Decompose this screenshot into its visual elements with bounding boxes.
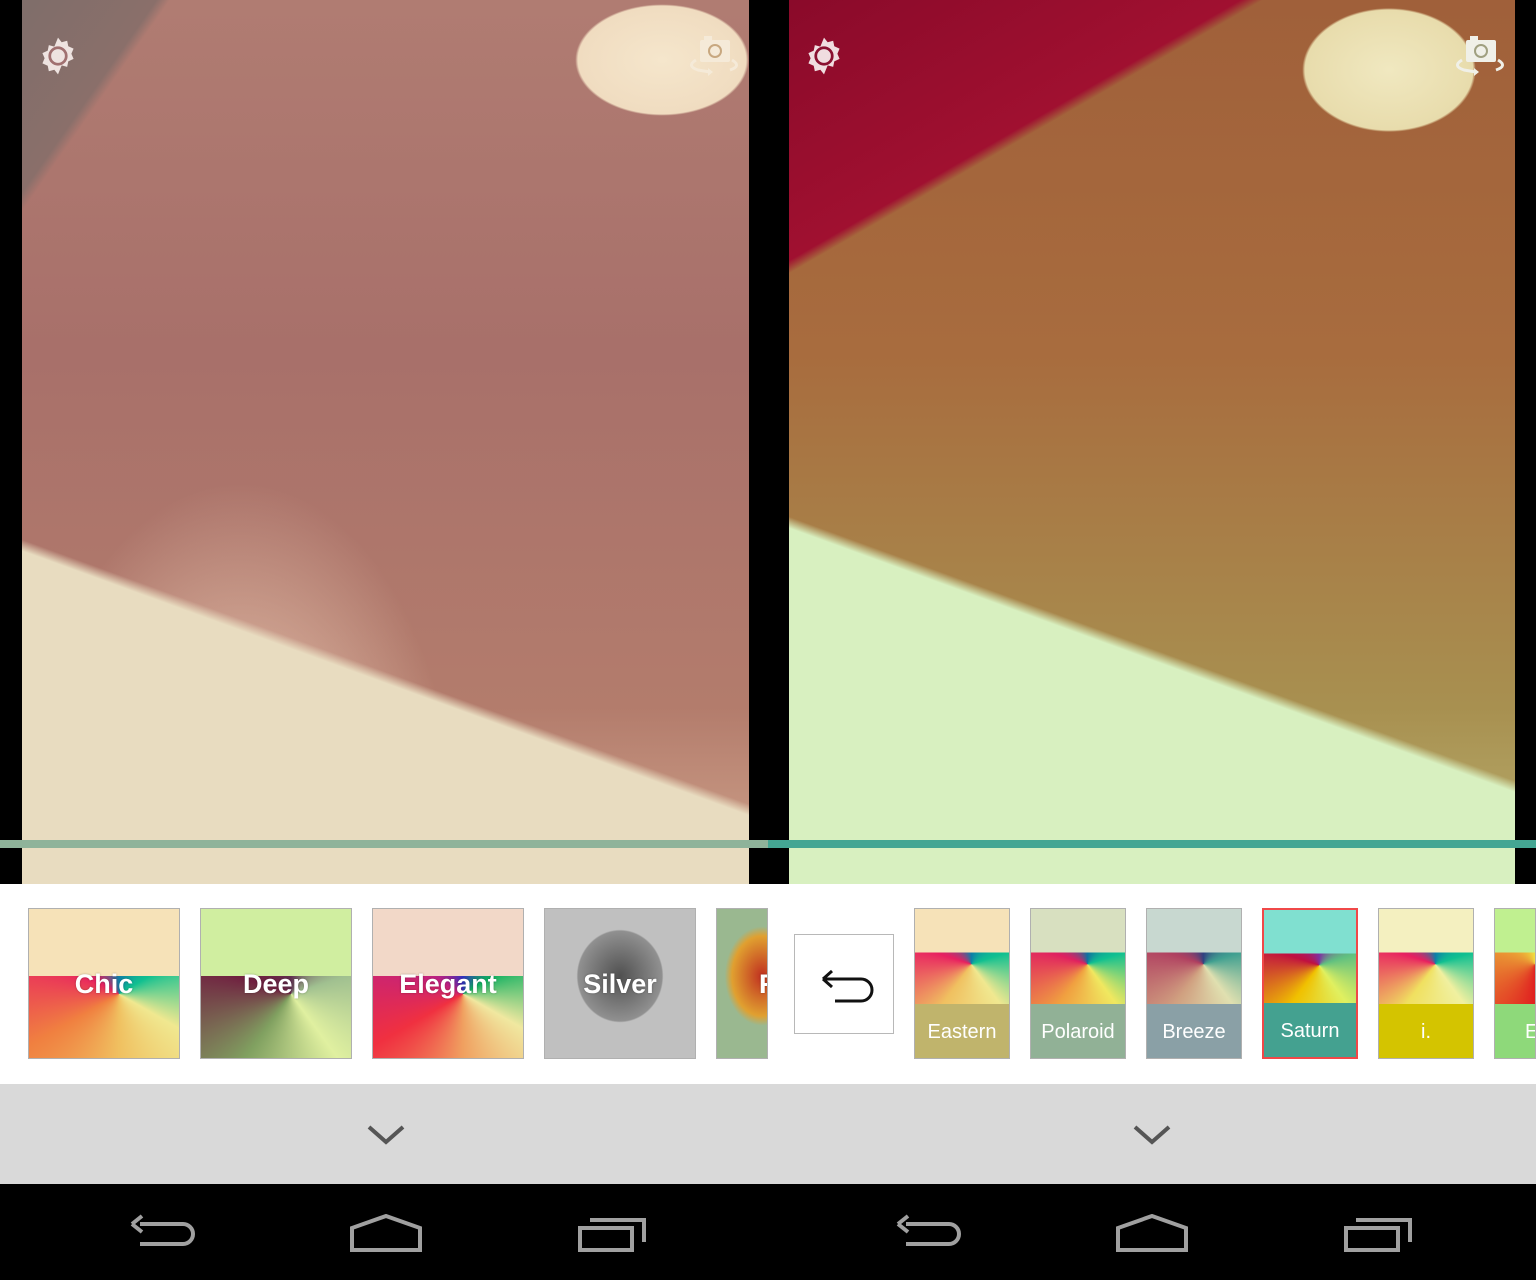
system-nav-bar bbox=[0, 1184, 768, 1280]
filter-strip[interactable]: Eastern Polaroid Breeze Saturn i. E bbox=[768, 884, 1536, 1084]
camera-preview[interactable] bbox=[789, 0, 1515, 884]
filter-thumb-breeze[interactable]: Breeze bbox=[1146, 908, 1242, 1059]
camera-switch-icon[interactable] bbox=[684, 34, 744, 78]
filter-thumb-f[interactable]: F bbox=[716, 908, 768, 1059]
system-nav-bar bbox=[768, 1184, 1536, 1280]
filter-thumb-elegant[interactable]: Elegant bbox=[372, 908, 524, 1059]
chevron-down-icon[interactable] bbox=[366, 1124, 406, 1146]
progress-bar bbox=[768, 840, 1536, 848]
undo-arrow-icon bbox=[822, 969, 874, 1003]
filter-thumb-i[interactable]: i. bbox=[1378, 908, 1474, 1059]
gear-icon[interactable] bbox=[36, 34, 80, 78]
gear-icon[interactable] bbox=[802, 34, 846, 78]
filter-thumb-chic[interactable]: Chic bbox=[28, 908, 180, 1059]
home-icon[interactable] bbox=[348, 1214, 424, 1254]
collapse-bar[interactable] bbox=[0, 1084, 768, 1184]
filter-thumb-deep[interactable]: Deep bbox=[200, 908, 352, 1059]
chevron-down-icon[interactable] bbox=[1132, 1124, 1172, 1146]
progress-bar bbox=[0, 840, 768, 848]
undo-button[interactable] bbox=[794, 934, 894, 1034]
camera-preview[interactable] bbox=[22, 0, 749, 884]
back-icon[interactable] bbox=[894, 1214, 964, 1254]
filter-thumb-eastern[interactable]: Eastern bbox=[914, 908, 1010, 1059]
filter-thumb-polaroid[interactable]: Polaroid bbox=[1030, 908, 1126, 1059]
recents-icon[interactable] bbox=[576, 1214, 648, 1254]
filter-thumb-saturn[interactable]: Saturn bbox=[1262, 908, 1358, 1059]
filter-thumb-silver[interactable]: Silver bbox=[544, 908, 696, 1059]
collapse-bar[interactable] bbox=[768, 1084, 1536, 1184]
camera-switch-icon[interactable] bbox=[1450, 34, 1510, 78]
home-icon[interactable] bbox=[1114, 1214, 1190, 1254]
back-icon[interactable] bbox=[128, 1214, 198, 1254]
filter-strip[interactable]: Chic Deep Elegant Silver F bbox=[0, 884, 768, 1084]
recents-icon[interactable] bbox=[1342, 1214, 1414, 1254]
filter-thumb-e[interactable]: E bbox=[1494, 908, 1536, 1059]
